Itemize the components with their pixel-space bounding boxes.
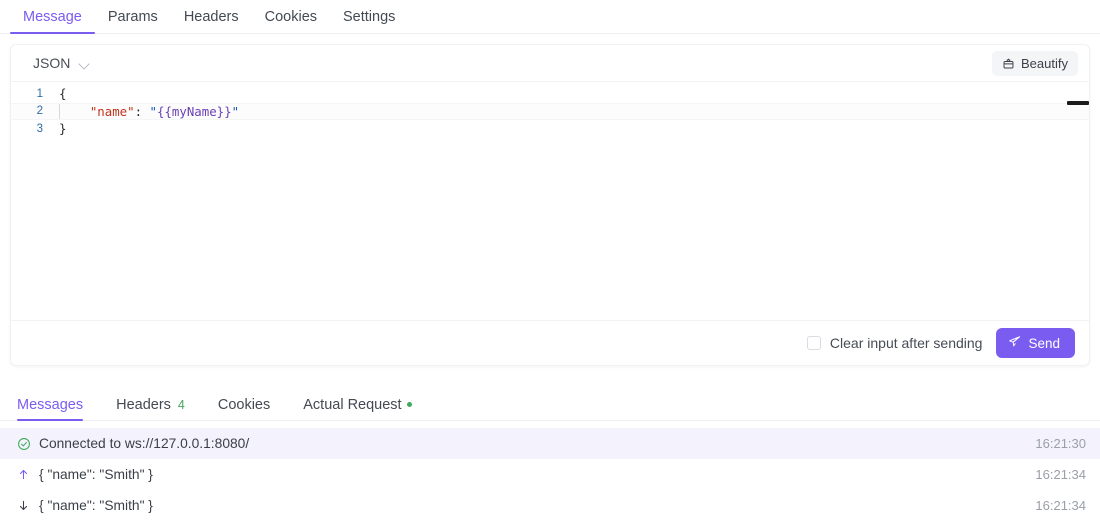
code-line-3-text: }: [51, 121, 66, 136]
message-row-connection[interactable]: Connected to ws://127.0.0.1:8080/ 16:21:…: [0, 428, 1100, 459]
code-line-1: 1 {: [11, 85, 1089, 103]
clear-input-label: Clear input after sending: [830, 335, 983, 351]
beautify-label: Beautify: [1021, 56, 1068, 71]
tab-response-cookies-label: Cookies: [218, 398, 270, 413]
message-text: { "name": "Smith" }: [39, 467, 1035, 482]
arrow-up-icon: [17, 468, 39, 481]
message-timestamp: 16:21:34: [1035, 467, 1086, 482]
tab-response-headers[interactable]: Headers 4: [116, 398, 199, 421]
tab-actual-request[interactable]: Actual Request: [303, 398, 425, 421]
message-timestamp: 16:21:30: [1035, 436, 1086, 451]
clear-input-checkbox[interactable]: [807, 336, 821, 350]
message-text: Connected to ws://127.0.0.1:8080/: [39, 436, 1035, 451]
tab-cookies-label: Cookies: [265, 9, 317, 25]
language-selector[interactable]: JSON: [33, 55, 90, 71]
send-button[interactable]: Send: [996, 328, 1075, 358]
beautify-button[interactable]: Beautify: [992, 51, 1078, 76]
line-number: 1: [11, 88, 51, 100]
tab-response-headers-label: Headers: [116, 398, 171, 413]
line-number: 3: [11, 123, 51, 135]
tab-message-label: Message: [23, 9, 82, 25]
paper-plane-icon: [1008, 335, 1021, 351]
editor-toolbar: JSON Beautify: [11, 45, 1089, 82]
message-editor-card: JSON Beautify 1 { 2 "name": "{{myName}}: [10, 44, 1090, 366]
code-line-2: 2 "name": "{{myName}}": [11, 103, 1089, 121]
json-open-quote: ": [150, 104, 157, 119]
tab-messages-label: Messages: [17, 398, 83, 413]
tab-params[interactable]: Params: [95, 10, 171, 34]
json-close-quote: ": [232, 104, 239, 119]
tab-headers-label: Headers: [184, 9, 239, 25]
tab-message[interactable]: Message: [10, 10, 95, 34]
tab-settings[interactable]: Settings: [330, 10, 408, 34]
minimap-marker: [1067, 101, 1089, 105]
json-code-editor[interactable]: 1 { 2 "name": "{{myName}}" 3 }: [11, 82, 1089, 321]
arrow-down-icon: [17, 499, 39, 512]
language-label: JSON: [33, 55, 70, 71]
json-key: "name": [90, 104, 135, 119]
message-timestamp: 16:21:34: [1035, 498, 1086, 513]
tab-response-cookies[interactable]: Cookies: [218, 398, 284, 421]
status-dot-icon: [407, 402, 412, 407]
magic-wand-icon: [1002, 57, 1015, 70]
tab-cookies[interactable]: Cookies: [252, 10, 330, 34]
json-colon: :: [135, 104, 150, 119]
chevron-down-icon: [79, 58, 90, 69]
send-label: Send: [1028, 336, 1060, 351]
check-circle-icon: [17, 437, 39, 451]
editor-action-bar: Clear input after sending Send: [11, 320, 1089, 365]
line-number: 2: [11, 105, 51, 117]
bottom-tab-bar: Messages Headers 4 Cookies Actual Reques…: [0, 388, 1100, 421]
tab-actual-request-label: Actual Request: [303, 398, 401, 413]
code-line-2-text: "name": "{{myName}}": [51, 104, 239, 119]
message-row-received[interactable]: { "name": "Smith" } 16:21:34: [0, 490, 1100, 521]
clear-input-checkbox-wrapper[interactable]: Clear input after sending: [807, 335, 983, 351]
top-tab-bar: Message Params Headers Cookies Settings: [0, 0, 1100, 34]
code-line-3: 3 }: [11, 120, 1089, 138]
tab-messages[interactable]: Messages: [17, 398, 97, 421]
template-variable: {{myName}}: [157, 104, 232, 119]
headers-count-badge: 4: [178, 399, 185, 412]
message-list: Connected to ws://127.0.0.1:8080/ 16:21:…: [0, 428, 1100, 521]
message-row-sent[interactable]: { "name": "Smith" } 16:21:34: [0, 459, 1100, 490]
indent-guide: [59, 104, 60, 119]
tab-params-label: Params: [108, 9, 158, 25]
tab-settings-label: Settings: [343, 9, 395, 25]
tab-headers[interactable]: Headers: [171, 10, 252, 34]
code-line-1-text: {: [51, 86, 66, 101]
message-text: { "name": "Smith" }: [39, 498, 1035, 513]
